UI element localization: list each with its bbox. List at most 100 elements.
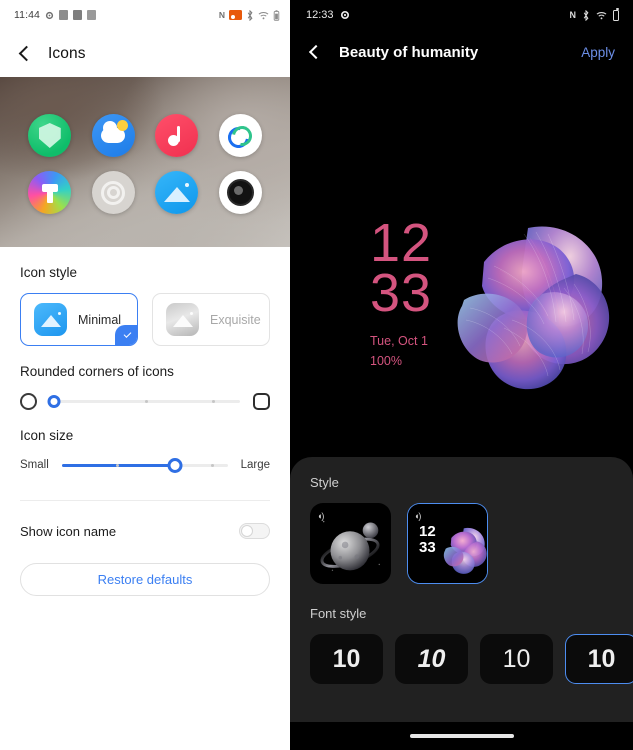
app-icon-themes[interactable] xyxy=(28,171,72,214)
style-sheet: Style ◐) ◐) 12 33 Font style 10 10 10 10 xyxy=(290,457,633,722)
screenshot-root: 11:44 N Icons Icon style Minimal Exquisi… xyxy=(0,0,633,750)
flower-artwork xyxy=(457,226,610,390)
app-icon-camera[interactable] xyxy=(218,171,262,214)
style-option-flower-clock[interactable]: ◐) 12 33 xyxy=(407,503,488,584)
app-icon-security[interactable] xyxy=(28,114,72,157)
cloud-sun-icon xyxy=(101,120,129,143)
mountain-glyph xyxy=(40,311,61,327)
icon-size-min-label: Small xyxy=(20,459,49,471)
apply-button[interactable]: Apply xyxy=(581,45,615,60)
nfc-icon: N xyxy=(218,10,225,20)
lockscreen-clock: 12 33 Tue, Oct 1 100% xyxy=(370,213,433,368)
rounded-corners-slider[interactable] xyxy=(47,392,240,410)
gear-icon xyxy=(101,180,126,205)
battery-icon xyxy=(613,7,619,21)
show-icon-name-label: Show icon name xyxy=(20,523,117,539)
status-bar: 11:44 N xyxy=(0,0,290,30)
app-icon-gallery[interactable] xyxy=(155,171,199,214)
icon-preview-row xyxy=(0,114,290,157)
bluetooth-icon xyxy=(582,9,590,21)
app-icon-music[interactable] xyxy=(155,114,199,157)
app-badge-icon xyxy=(59,10,68,20)
thumb-clock: 12 33 xyxy=(419,524,436,556)
chevron-left-icon[interactable] xyxy=(308,44,324,60)
gear-icon xyxy=(45,11,54,20)
icon-style-option-label: Minimal xyxy=(78,312,122,327)
camera-lens-icon xyxy=(226,179,254,206)
icon-size-slider[interactable] xyxy=(61,456,228,474)
status-bar-right: N xyxy=(218,9,280,21)
font-style-option-2[interactable]: 10 xyxy=(395,634,468,684)
restore-defaults-button[interactable]: Restore defaults xyxy=(20,563,270,596)
thumb-clock-minutes: 33 xyxy=(419,538,436,556)
app-icon-settings[interactable] xyxy=(91,171,135,214)
top-app-bar: Icons xyxy=(0,30,290,77)
font-style-options: 10 10 10 10 xyxy=(310,634,633,684)
music-note-icon xyxy=(167,125,187,146)
icon-preview-row xyxy=(0,171,290,214)
icon-size-section: Icon size Small Large xyxy=(0,428,290,474)
circle-shape-icon[interactable] xyxy=(20,392,37,410)
icon-style-section: Icon style Minimal Exquisite xyxy=(0,265,290,346)
chevron-left-icon[interactable] xyxy=(18,45,35,62)
shield-icon xyxy=(38,123,61,148)
app-icon-sync[interactable] xyxy=(218,114,262,157)
top-app-bar: Beauty of humanity Apply xyxy=(290,30,633,74)
app-badge-icon xyxy=(87,10,96,20)
page-title: Icons xyxy=(48,44,86,62)
mountain-glyph xyxy=(172,311,193,327)
slider-tick xyxy=(145,399,148,403)
status-bar-left: 12:33 xyxy=(306,9,350,21)
wifi-icon xyxy=(258,11,269,20)
app-badge-icon xyxy=(73,10,82,20)
mountain-photo-icon xyxy=(166,303,199,336)
icon-style-options: Minimal Exquisite xyxy=(20,293,270,346)
battery-icon xyxy=(273,9,280,21)
style-option-moon[interactable]: ◐) xyxy=(310,503,391,584)
font-style-option-4[interactable]: 10 xyxy=(565,634,633,684)
clock-badge-icon: ◐) xyxy=(318,511,325,521)
bluetooth-icon xyxy=(246,9,254,21)
mountain-photo-icon xyxy=(34,303,67,336)
font-style-section-title: Font style xyxy=(310,606,367,621)
icon-style-title: Icon style xyxy=(20,265,78,280)
icon-size-max-label: Large xyxy=(240,459,270,471)
slider-tick xyxy=(210,463,214,467)
show-icon-name-toggle[interactable] xyxy=(239,523,270,539)
rounded-corners-title: Rounded corners of icons xyxy=(20,364,174,379)
paint-brush-icon xyxy=(40,182,60,204)
thumb-clock-hours: 12 xyxy=(419,523,436,540)
mountain-photo-icon xyxy=(163,182,190,202)
clock-hours: 12 xyxy=(370,213,433,273)
show-icon-name-section: Show icon name xyxy=(0,523,290,539)
navigation-bar xyxy=(290,722,633,750)
sync-cloud-icon xyxy=(228,125,252,147)
app-icon-weather[interactable] xyxy=(91,114,135,157)
style-options: ◐) ◐) 12 33 xyxy=(310,503,613,584)
icon-style-option-minimal[interactable]: Minimal xyxy=(20,293,138,346)
icon-style-option-exquisite[interactable]: Exquisite xyxy=(152,293,270,346)
clock-badge-icon: ◐) xyxy=(415,511,422,521)
lockscreen-preview[interactable]: 12 33 Tue, Oct 1 100% xyxy=(290,74,633,457)
screen-cast-icon xyxy=(229,10,242,20)
status-bar-right: N xyxy=(569,7,619,21)
show-icon-name-row[interactable]: Show icon name xyxy=(20,523,270,539)
moon-artwork xyxy=(311,504,390,583)
section-divider xyxy=(20,500,270,501)
font-style-option-3[interactable]: 10 xyxy=(480,634,553,684)
font-style-option-1[interactable]: 10 xyxy=(310,634,383,684)
slider-thumb[interactable] xyxy=(47,394,61,408)
wifi-icon xyxy=(596,11,607,20)
clock-date: Tue, Oct 1 xyxy=(370,334,428,349)
nfc-icon: N xyxy=(569,10,577,20)
status-bar: 12:33 N xyxy=(290,0,633,30)
icon-size-title: Icon size xyxy=(20,428,74,443)
status-bar-left: 11:44 xyxy=(14,9,96,21)
rounded-square-shape-icon[interactable] xyxy=(253,392,270,410)
home-gesture-pill[interactable] xyxy=(409,734,514,738)
check-icon xyxy=(115,325,137,345)
clock-minutes: 33 xyxy=(370,262,433,323)
slider-thumb[interactable] xyxy=(167,457,183,473)
slider-tick xyxy=(211,399,215,403)
style-section-title: Style xyxy=(310,475,339,490)
